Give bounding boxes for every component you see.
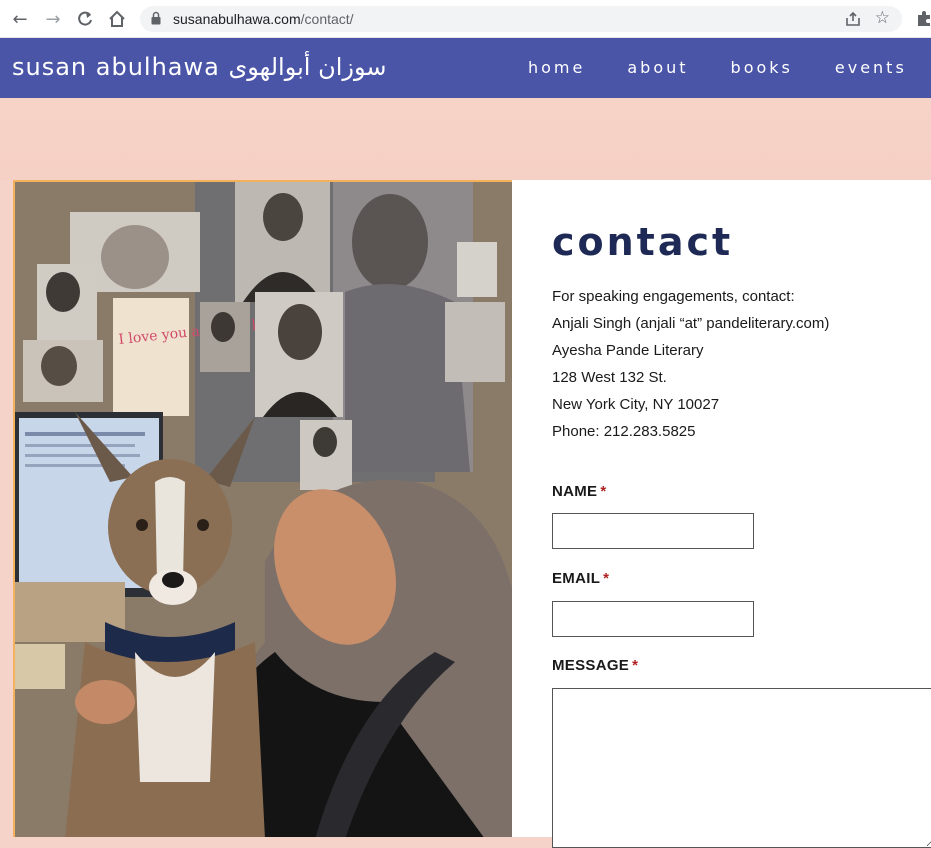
nav-home[interactable]: home	[528, 58, 585, 77]
nav-about[interactable]: about	[627, 58, 688, 77]
message-label-text: MESSAGE	[552, 657, 630, 674]
home-icon[interactable]	[106, 8, 128, 30]
url-domain: susanabulhawa.com	[173, 11, 301, 27]
info-line: Anjali Singh (anjali “at” pandeliterary.…	[552, 315, 830, 332]
back-arrow-icon[interactable]: ←	[9, 8, 31, 30]
lock-icon[interactable]	[151, 11, 161, 25]
page-title: contact	[552, 220, 734, 264]
url-text: susanabulhawa.com/contact/	[173, 11, 354, 27]
message-label: MESSAGE *	[552, 657, 638, 674]
info-line: For speaking engagements, contact:	[552, 288, 795, 305]
email-label: EMAIL *	[552, 570, 609, 587]
info-line: New York City, NY 10027	[552, 396, 720, 413]
forward-arrow-icon[interactable]: →	[42, 8, 64, 30]
required-mark: *	[632, 657, 639, 674]
url-path: /contact/	[300, 11, 354, 27]
name-label: NAME *	[552, 483, 607, 500]
browser-toolbar: ← → susanabulhawa.com/contact/ ☆	[0, 0, 931, 38]
contact-info: For speaking engagements, contact: Anjal…	[552, 283, 829, 445]
address-bar[interactable]: susanabulhawa.com/contact/ ☆	[140, 6, 902, 32]
message-field[interactable]	[552, 688, 931, 848]
site-nav: home about books events	[528, 58, 931, 77]
star-icon[interactable]: ☆	[875, 8, 890, 28]
extensions-icon[interactable]	[915, 9, 931, 27]
name-field[interactable]	[552, 513, 754, 549]
site-title[interactable]: susan abulhawa سوزان أبوالهوى	[12, 53, 386, 81]
info-line: 128 West 132 St.	[552, 369, 667, 386]
site-header: susan abulhawa سوزان أبوالهوى home about…	[0, 38, 931, 98]
required-mark: *	[603, 570, 610, 587]
email-label-text: EMAIL	[552, 570, 601, 587]
info-line: Ayesha Pande Literary	[552, 342, 704, 359]
hero-band	[0, 98, 931, 180]
required-mark: *	[600, 483, 607, 500]
nav-books[interactable]: books	[731, 58, 793, 77]
share-icon[interactable]	[844, 10, 862, 28]
info-line: Phone: 212.283.5825	[552, 423, 696, 440]
reload-icon[interactable]	[74, 8, 96, 30]
author-photo: I love you and you know that	[13, 180, 512, 837]
email-field[interactable]	[552, 601, 754, 637]
author-photo-illustration: I love you and you know that	[15, 182, 512, 837]
nav-events[interactable]: events	[835, 58, 907, 77]
name-label-text: NAME	[552, 483, 598, 500]
contact-panel: contact For speaking engagements, contac…	[512, 180, 931, 848]
